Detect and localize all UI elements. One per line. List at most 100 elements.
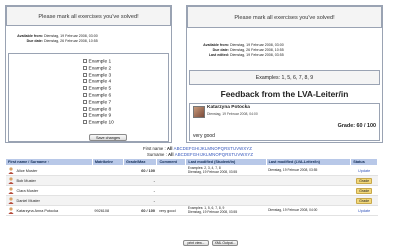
save-changes-button[interactable]: Save changes [89, 134, 127, 141]
grade-cell: 60 / 100 [123, 165, 157, 176]
submissions-table: First name / Surname ↑ Matrikelnr Grade/Ma… [5, 158, 378, 216]
matrikel-cell [92, 175, 124, 186]
matrikel-cell [92, 185, 124, 196]
notice-text-right: Please mark all exercises you've solved! [234, 15, 335, 21]
surname-filter: Surname : All ABCDEFGHIJKLMNOPQRSTUVWXYZ [147, 152, 253, 157]
column-header: Matrikelnr [91, 158, 125, 166]
checkbox-icon[interactable] [83, 120, 87, 125]
example-label: Example 6 [88, 93, 112, 99]
checkbox-icon[interactable] [83, 79, 87, 84]
grade-button[interactable]: Grade [356, 197, 373, 204]
example-checkbox-row[interactable]: Example 4 [83, 79, 114, 86]
status-cell: Grade [350, 185, 378, 196]
checkbox-icon[interactable] [83, 59, 87, 63]
grade-button[interactable]: Grade [356, 187, 373, 194]
student-name[interactable]: Daniel Muster [17, 199, 40, 203]
example-checkbox-row[interactable]: Example 5 [83, 86, 114, 93]
update-link[interactable]: Update [358, 169, 370, 173]
grade-button[interactable]: Grade [356, 177, 373, 184]
student-name-cell: Daniel Muster [5, 195, 93, 206]
teacher-name: Katarzyna Potocka [207, 105, 250, 110]
dates-block: Available from: Dienstag, 19 Februar 200… [6, 34, 171, 44]
example-label: Example 8 [88, 107, 112, 113]
checkbox-icon[interactable] [83, 72, 87, 77]
student-name-cell: Clara Muster [5, 185, 93, 196]
edited-label: Last edited: [208, 53, 229, 57]
example-checkbox-row[interactable]: Example 9 [83, 113, 114, 120]
due-value-right: Dienstag, 26 Februar 2008, 10:55 [230, 48, 284, 52]
table-row: Alice Muster 60 / 100 Examples: 2, 3, 4, 7… [5, 165, 378, 176]
table-row: Daniel Muster - Grade [5, 195, 378, 206]
checkbox-icon[interactable] [83, 113, 87, 118]
comment-cell: very good [156, 205, 186, 216]
surname-all[interactable]: All [168, 152, 174, 157]
teacher-modified-cell: Dienstag, 19 Februar 2008, 04:00 [266, 205, 351, 216]
filter-letter-link[interactable]: Z [249, 146, 252, 151]
print-view-label: print view... [187, 241, 205, 245]
example-checkbox-row[interactable]: Example 3 [83, 72, 114, 80]
teacher-avatar [193, 106, 205, 118]
column-header: Status [350, 158, 378, 166]
example-label: Example 10 [88, 120, 114, 126]
surname-letters: ABCDEFGHIJKLMNOPQRSTUVWXYZ [175, 152, 253, 157]
matrikel-cell: 9926108 [92, 205, 124, 216]
teacher-modified-cell [266, 195, 351, 206]
teacher-feedback-date: Dienstag, 19 Februar 2008, 04:00 [207, 112, 258, 116]
checkbox-icon[interactable] [83, 106, 87, 111]
teacher-feedback-panel: Please mark all exercises you've solved!… [186, 5, 383, 143]
firstname-all[interactable]: All [167, 146, 173, 151]
column-header: Last modified (LVA-Leiter/in) [265, 158, 352, 166]
example-label: Example 9 [88, 113, 112, 119]
comment-cell [156, 195, 186, 206]
firstname-filter-label: First name : [143, 146, 166, 151]
student-modified-cell: Examples: 2, 3, 4, 7, 8 Dienstag, 19 Feb… [185, 165, 267, 176]
student-modified-cell [185, 195, 267, 206]
dates-block-right: Available from: Dienstag, 19 Februar 200… [187, 43, 382, 58]
student-modified-cell: Examples: 1, 5, 6, 7, 8, 9 Dienstag, 19 … [185, 205, 267, 216]
example-label: Example 7 [88, 100, 112, 106]
comment-cell [156, 185, 186, 196]
teacher-modified-cell: Dienstag, 19 Februar 2008, 03:55 [266, 165, 351, 176]
firstname-letters: ABCDEFGHIJKLMNOPQRSTUVWXYZ [174, 146, 252, 151]
student-name[interactable]: Alice Muster [17, 169, 38, 173]
user-avatar-icon [7, 197, 14, 204]
teacher-modified-cell [266, 185, 351, 196]
example-label: Example 1 [88, 59, 112, 65]
example-checkbox-row[interactable]: Example 8 [83, 106, 114, 114]
status-cell: Grade [350, 175, 378, 186]
example-label: Example 4 [88, 79, 112, 85]
teacher-comment: very good [193, 133, 215, 139]
update-link[interactable]: Update [358, 209, 370, 213]
student-name[interactable]: Katarzyna Anna Potocka [17, 209, 59, 213]
checkbox-icon[interactable] [83, 65, 87, 70]
student-name[interactable]: Clara Muster [17, 189, 39, 193]
due-value: Dienstag, 26 Februar 2008, 10:55 [44, 39, 98, 43]
example-checkbox-row[interactable]: Example 10 [83, 120, 114, 127]
example-checkbox-row[interactable]: Example 1 [83, 59, 114, 66]
due-label: Due date: [26, 39, 43, 43]
example-checkbox-row[interactable]: Example 7 [83, 99, 114, 107]
matrikel-cell [92, 195, 124, 206]
filter-letter-link[interactable]: Z [250, 152, 253, 157]
checkbox-icon[interactable] [83, 86, 87, 91]
student-modified-cell [185, 185, 267, 196]
instruction-notice-right: Please mark all exercises you've solved! [187, 6, 382, 28]
example-checkbox-row[interactable]: Example 6 [83, 92, 114, 100]
example-checklist: Example 1 Example 2 Example 3 Example 4 Exam… [83, 59, 114, 127]
column-header[interactable]: First name / Surname ↑ [5, 158, 93, 166]
grade-cell: - [123, 175, 157, 186]
comment-cell [156, 175, 186, 186]
column-header: Comment [156, 158, 187, 166]
firstname-filter: First name : All ABCDEFGHIJKLMNOPQRSTUVW… [143, 146, 252, 151]
example-checkbox-row[interactable]: Example 2 [83, 65, 114, 73]
notice-text: Please mark all exercises you've solved! [38, 14, 139, 20]
student-name[interactable]: Bob Muster [17, 179, 36, 183]
grade-cell: - [123, 185, 157, 196]
checkbox-icon[interactable] [83, 99, 87, 104]
available-value: Dienstag, 19 Februar 2008, 03:00 [44, 34, 98, 38]
print-view-button[interactable]: print view... [183, 240, 209, 246]
user-avatar-icon [7, 177, 14, 184]
status-cell: Update [350, 165, 378, 176]
xml-output-button[interactable]: XML Output... [212, 240, 238, 246]
checkbox-icon[interactable] [83, 92, 87, 97]
